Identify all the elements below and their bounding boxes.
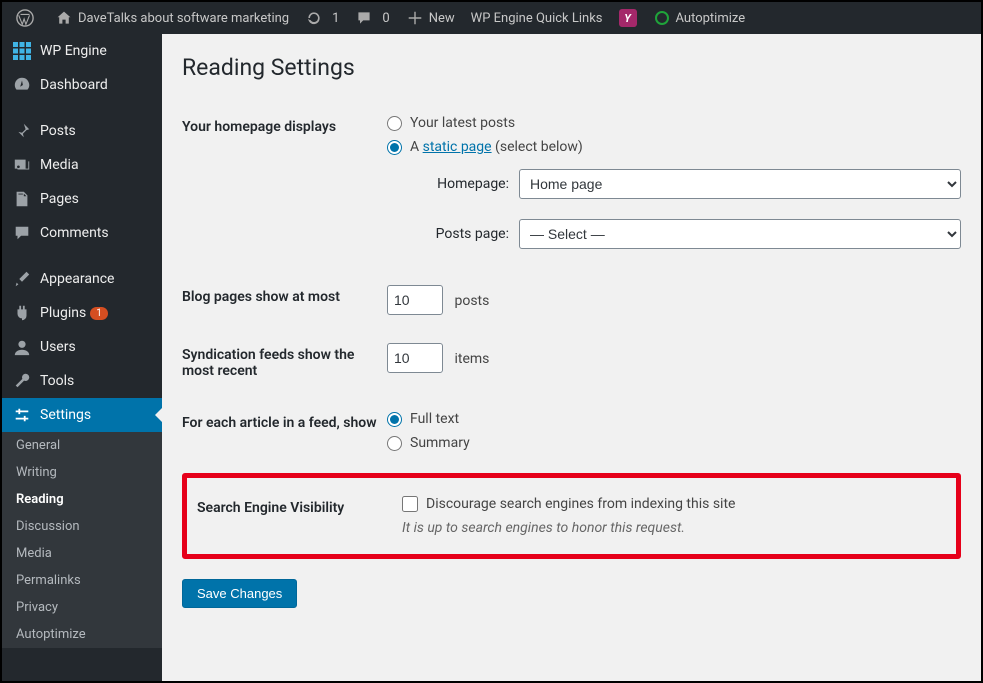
sidebar-item-pages[interactable]: Pages bbox=[2, 182, 162, 216]
sev-description: It is up to search engines to honor this… bbox=[402, 520, 946, 536]
yoast-icon: Y bbox=[619, 9, 637, 27]
sidebar-item-label: WP Engine bbox=[40, 43, 107, 59]
syndication-label: Syndication feeds show the most recent bbox=[182, 329, 387, 397]
radio-full-text-label: Full text bbox=[410, 411, 459, 427]
save-changes-button[interactable]: Save Changes bbox=[182, 579, 297, 608]
homepage-select-label: Homepage: bbox=[417, 176, 509, 192]
sev-checkbox[interactable] bbox=[402, 496, 418, 512]
wordpress-logo-icon bbox=[16, 9, 34, 27]
sidebar-item-comments[interactable]: Comments bbox=[2, 216, 162, 250]
admin-bar: DaveTalks about software marketing 1 0 N… bbox=[2, 2, 981, 34]
syndication-unit: items bbox=[454, 351, 489, 367]
admin-sidebar: WP Engine Dashboard Posts Media Pages Co… bbox=[2, 34, 162, 681]
wpengine-quicklinks-menu[interactable]: WP Engine Quick Links bbox=[463, 2, 611, 34]
sidebar-item-plugins[interactable]: Plugins 1 bbox=[2, 296, 162, 330]
radio-latest-posts-label: Your latest posts bbox=[410, 115, 515, 131]
sidebar-item-label: Plugins bbox=[40, 305, 86, 321]
sidebar-item-dashboard[interactable]: Dashboard bbox=[2, 68, 162, 102]
sidebar-item-users[interactable]: Users bbox=[2, 330, 162, 364]
comments-icon bbox=[12, 224, 32, 242]
comments-count: 0 bbox=[382, 11, 389, 26]
site-name-menu[interactable]: DaveTalks about software marketing bbox=[47, 2, 297, 34]
home-icon bbox=[55, 10, 73, 26]
homepage-displays-label: Your homepage displays bbox=[182, 101, 387, 271]
settings-submenu: General Writing Reading Discussion Media… bbox=[2, 432, 162, 648]
sliders-icon bbox=[12, 406, 32, 424]
submenu-item-writing[interactable]: Writing bbox=[2, 459, 162, 486]
sidebar-item-label: Pages bbox=[40, 191, 79, 207]
submenu-item-reading[interactable]: Reading bbox=[2, 486, 162, 513]
wrench-icon bbox=[12, 372, 32, 390]
radio-summary-label: Summary bbox=[410, 435, 470, 451]
site-name-label: DaveTalks about software marketing bbox=[78, 11, 289, 26]
submenu-item-privacy[interactable]: Privacy bbox=[2, 594, 162, 621]
dashboard-icon bbox=[12, 76, 32, 94]
sidebar-item-settings[interactable]: Settings bbox=[2, 398, 162, 432]
search-engine-visibility-highlight: Search Engine Visibility Discourage sear… bbox=[182, 473, 961, 559]
plugin-update-badge: 1 bbox=[90, 307, 108, 320]
posts-page-select[interactable]: — Select — bbox=[519, 219, 961, 249]
radio-static-page[interactable] bbox=[387, 140, 402, 155]
sidebar-item-label: Comments bbox=[40, 225, 109, 241]
comments-menu[interactable]: 0 bbox=[347, 2, 397, 34]
submenu-item-permalinks[interactable]: Permalinks bbox=[2, 567, 162, 594]
page-icon bbox=[12, 190, 32, 208]
sidebar-item-appearance[interactable]: Appearance bbox=[2, 262, 162, 296]
settings-form-table: Your homepage displays Your latest posts… bbox=[182, 101, 961, 473]
autoptimize-menu[interactable]: Autoptimize bbox=[645, 2, 754, 34]
wpengine-quicklinks-label: WP Engine Quick Links bbox=[471, 11, 603, 26]
blog-pages-unit: posts bbox=[454, 293, 489, 309]
sidebar-item-label: Posts bbox=[40, 123, 76, 139]
submenu-item-general[interactable]: General bbox=[2, 432, 162, 459]
blog-pages-label: Blog pages show at most bbox=[182, 271, 387, 329]
static-page-link[interactable]: static page bbox=[423, 139, 492, 155]
brush-icon bbox=[12, 270, 32, 288]
radio-static-page-label: A static page (select below) bbox=[410, 139, 583, 155]
sev-label: Search Engine Visibility bbox=[197, 482, 402, 550]
sidebar-item-label: Dashboard bbox=[40, 77, 108, 93]
homepage-select[interactable]: Home page bbox=[519, 169, 961, 199]
comment-icon bbox=[355, 10, 373, 26]
sidebar-item-label: Appearance bbox=[40, 271, 114, 287]
media-icon bbox=[12, 156, 32, 174]
posts-page-select-label: Posts page: bbox=[417, 226, 509, 242]
new-content-menu[interactable]: New bbox=[398, 2, 463, 34]
wpengine-icon bbox=[12, 42, 32, 60]
updates-menu[interactable]: 1 bbox=[297, 2, 347, 34]
sidebar-item-label: Settings bbox=[40, 407, 91, 423]
pin-icon bbox=[12, 122, 32, 140]
content-area: Reading Settings Your homepage displays … bbox=[162, 34, 981, 681]
refresh-icon bbox=[305, 10, 323, 26]
sidebar-item-posts[interactable]: Posts bbox=[2, 114, 162, 148]
sidebar-item-label: Users bbox=[40, 339, 76, 355]
plugin-icon bbox=[12, 304, 32, 322]
radio-summary[interactable] bbox=[387, 436, 402, 451]
radio-latest-posts[interactable] bbox=[387, 116, 402, 131]
submenu-item-discussion[interactable]: Discussion bbox=[2, 513, 162, 540]
blog-pages-input[interactable] bbox=[387, 285, 443, 315]
autoptimize-label: Autoptimize bbox=[676, 11, 746, 26]
sev-checkbox-label: Discourage search engines from indexing … bbox=[426, 496, 735, 512]
wp-logo-menu[interactable] bbox=[8, 2, 47, 34]
sidebar-item-wpengine[interactable]: WP Engine bbox=[2, 34, 162, 68]
updates-count: 1 bbox=[332, 11, 339, 26]
radio-full-text[interactable] bbox=[387, 412, 402, 427]
page-title: Reading Settings bbox=[182, 54, 961, 81]
sidebar-item-media[interactable]: Media bbox=[2, 148, 162, 182]
sidebar-item-tools[interactable]: Tools bbox=[2, 364, 162, 398]
yoast-menu[interactable]: Y bbox=[611, 2, 645, 34]
sidebar-item-label: Media bbox=[40, 157, 79, 173]
syndication-input[interactable] bbox=[387, 343, 443, 373]
sidebar-item-label: Tools bbox=[40, 373, 74, 389]
submenu-item-media[interactable]: Media bbox=[2, 540, 162, 567]
feed-article-label: For each article in a feed, show bbox=[182, 397, 387, 473]
new-label: New bbox=[429, 11, 455, 26]
user-icon bbox=[12, 338, 32, 356]
autoptimize-status-icon bbox=[653, 11, 671, 25]
submenu-item-autoptimize[interactable]: Autoptimize bbox=[2, 621, 162, 648]
plus-icon bbox=[406, 11, 424, 25]
